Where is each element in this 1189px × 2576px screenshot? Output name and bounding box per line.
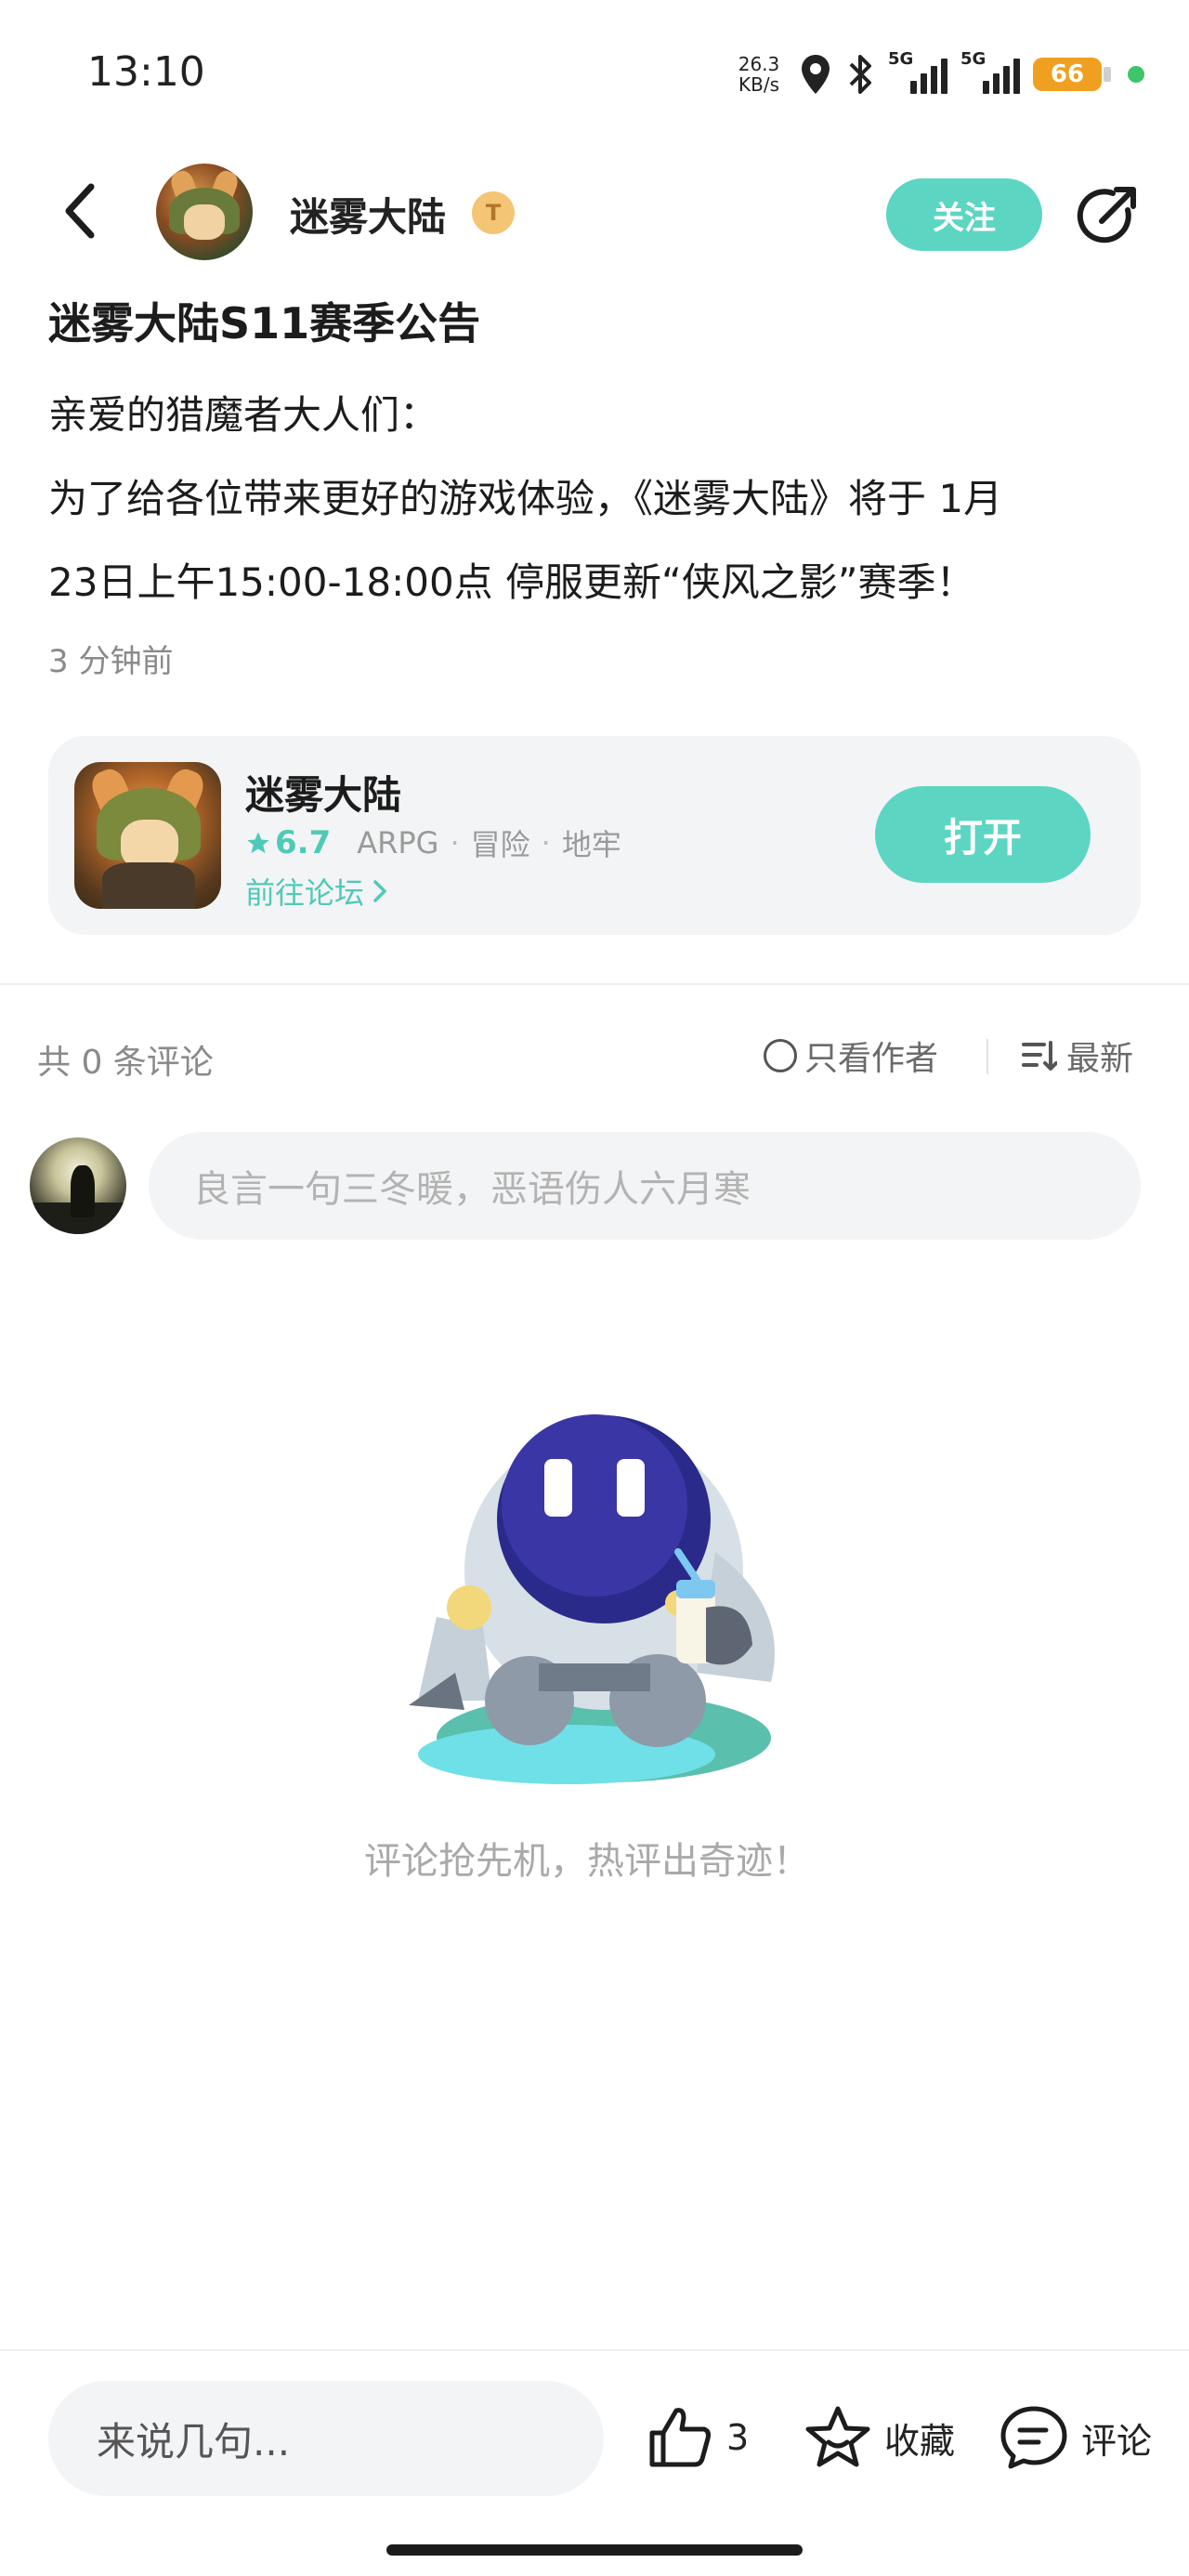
author-avatar[interactable]	[156, 164, 253, 260]
user-avatar[interactable]	[30, 1137, 126, 1234]
battery-level: 66	[1050, 60, 1085, 88]
tag-separator: ·	[541, 825, 551, 861]
signal-indicator-1: 5G	[888, 49, 947, 96]
like-button[interactable]: 3	[647, 2405, 749, 2470]
share-icon	[1077, 187, 1136, 243]
favorite-button[interactable]: 收藏	[804, 2405, 955, 2470]
battery-indicator: 66	[1033, 58, 1111, 91]
sort-icon	[1022, 1041, 1057, 1071]
author-only-toggle[interactable]: 只看作者	[764, 1032, 938, 1080]
post-header: 迷雾大陆 T 关注	[0, 158, 1189, 269]
forum-link-label: 前往论坛	[245, 875, 365, 911]
section-divider	[0, 983, 1189, 985]
comment-input-placeholder: 良言一句三冬暖，恶语伤人六月寒	[193, 1168, 751, 1211]
post-body: 亲爱的猎魔者大人们： 为了给各位带来更好的游戏体验，《迷雾大陆》将于 1月 23…	[48, 374, 1144, 624]
bottom-input-placeholder: 来说几句...	[97, 2418, 291, 2464]
favorite-icon	[805, 2406, 870, 2467]
author-only-label: 只看作者	[804, 1040, 939, 1078]
post-title: 迷雾大陆S11赛季公告	[48, 298, 481, 348]
comment-input[interactable]: 良言一句三冬暖，恶语伤人六月寒	[149, 1132, 1141, 1240]
empty-state-text: 评论抢先机，热评出奇迹！	[364, 1840, 810, 1883]
comment-button[interactable]: 评论	[1000, 2405, 1152, 2470]
comment-icon	[1000, 2406, 1067, 2469]
status-time: 13:10	[87, 48, 205, 96]
sort-label: 最新	[1066, 1040, 1134, 1078]
net-speed: 26.3 KB/s	[732, 54, 786, 95]
status-icons: 26.3 KB/s 5G 5G 66	[732, 46, 1144, 102]
post-paragraph: 亲爱的猎魔者大人们：	[48, 392, 439, 438]
comment-label: 评论	[1081, 2420, 1153, 2462]
comments-count: 共 0 条评论	[37, 1044, 214, 1082]
game-meta: 6.7 ARPG · 冒险 · 地牢	[245, 821, 621, 864]
author-name[interactable]: 迷雾大陆	[290, 186, 446, 243]
star-icon	[247, 832, 269, 854]
forum-link[interactable]: 前往论坛	[245, 870, 388, 913]
share-button[interactable]	[1074, 182, 1141, 249]
location-icon	[802, 55, 830, 94]
game-rating: 6.7	[245, 824, 331, 861]
post-paragraph: 为了给各位带来更好的游戏体验，《迷雾大陆》将于 1月	[48, 476, 1003, 521]
game-icon[interactable]	[74, 762, 221, 909]
game-tag: ARPG	[357, 825, 439, 861]
home-indicator[interactable]	[386, 2544, 803, 2556]
bottom-comment-input[interactable]: 来说几句...	[48, 2381, 604, 2496]
back-button[interactable]	[52, 178, 108, 243]
badge-text: T	[485, 200, 502, 226]
radio-icon	[764, 1039, 797, 1072]
status-bar: 13:10 26.3 KB/s 5G 5G 66	[0, 0, 1189, 149]
favorite-label: 收藏	[884, 2420, 956, 2462]
filter-separator	[986, 1039, 988, 1074]
like-icon	[649, 2408, 711, 2467]
game-tag: 地牢	[561, 827, 621, 862]
bluetooth-icon	[849, 55, 871, 94]
status-dot	[1128, 66, 1144, 83]
sort-button[interactable]: 最新	[1022, 1032, 1133, 1080]
tag-separator: ·	[450, 825, 460, 861]
verified-badge-icon: T	[472, 191, 515, 234]
game-tag: 冒险	[470, 827, 530, 862]
bottom-divider	[0, 2349, 1189, 2351]
open-game-button[interactable]: 打开	[875, 786, 1091, 883]
game-card[interactable]: 迷雾大陆 6.7 ARPG · 冒险 · 地牢 前往论坛 打开	[48, 736, 1141, 935]
like-count: 3	[726, 2417, 750, 2458]
follow-button[interactable]: 关注	[886, 178, 1042, 251]
net-speed-unit: KB/s	[738, 73, 779, 96]
chevron-right-icon	[373, 880, 386, 902]
post-timestamp: 3 分钟前	[48, 643, 174, 680]
back-arrow-icon	[65, 183, 95, 239]
post-paragraph: 23日上午15:00-18:00点 停服更新“侠风之影”赛季！	[48, 559, 975, 605]
signal-indicator-2: 5G	[960, 49, 1020, 96]
empty-state-mascot-illustration	[409, 1414, 775, 1784]
game-name[interactable]: 迷雾大陆	[245, 764, 401, 821]
net-speed-value: 26.3	[738, 53, 780, 75]
rating-value: 6.7	[275, 824, 332, 861]
